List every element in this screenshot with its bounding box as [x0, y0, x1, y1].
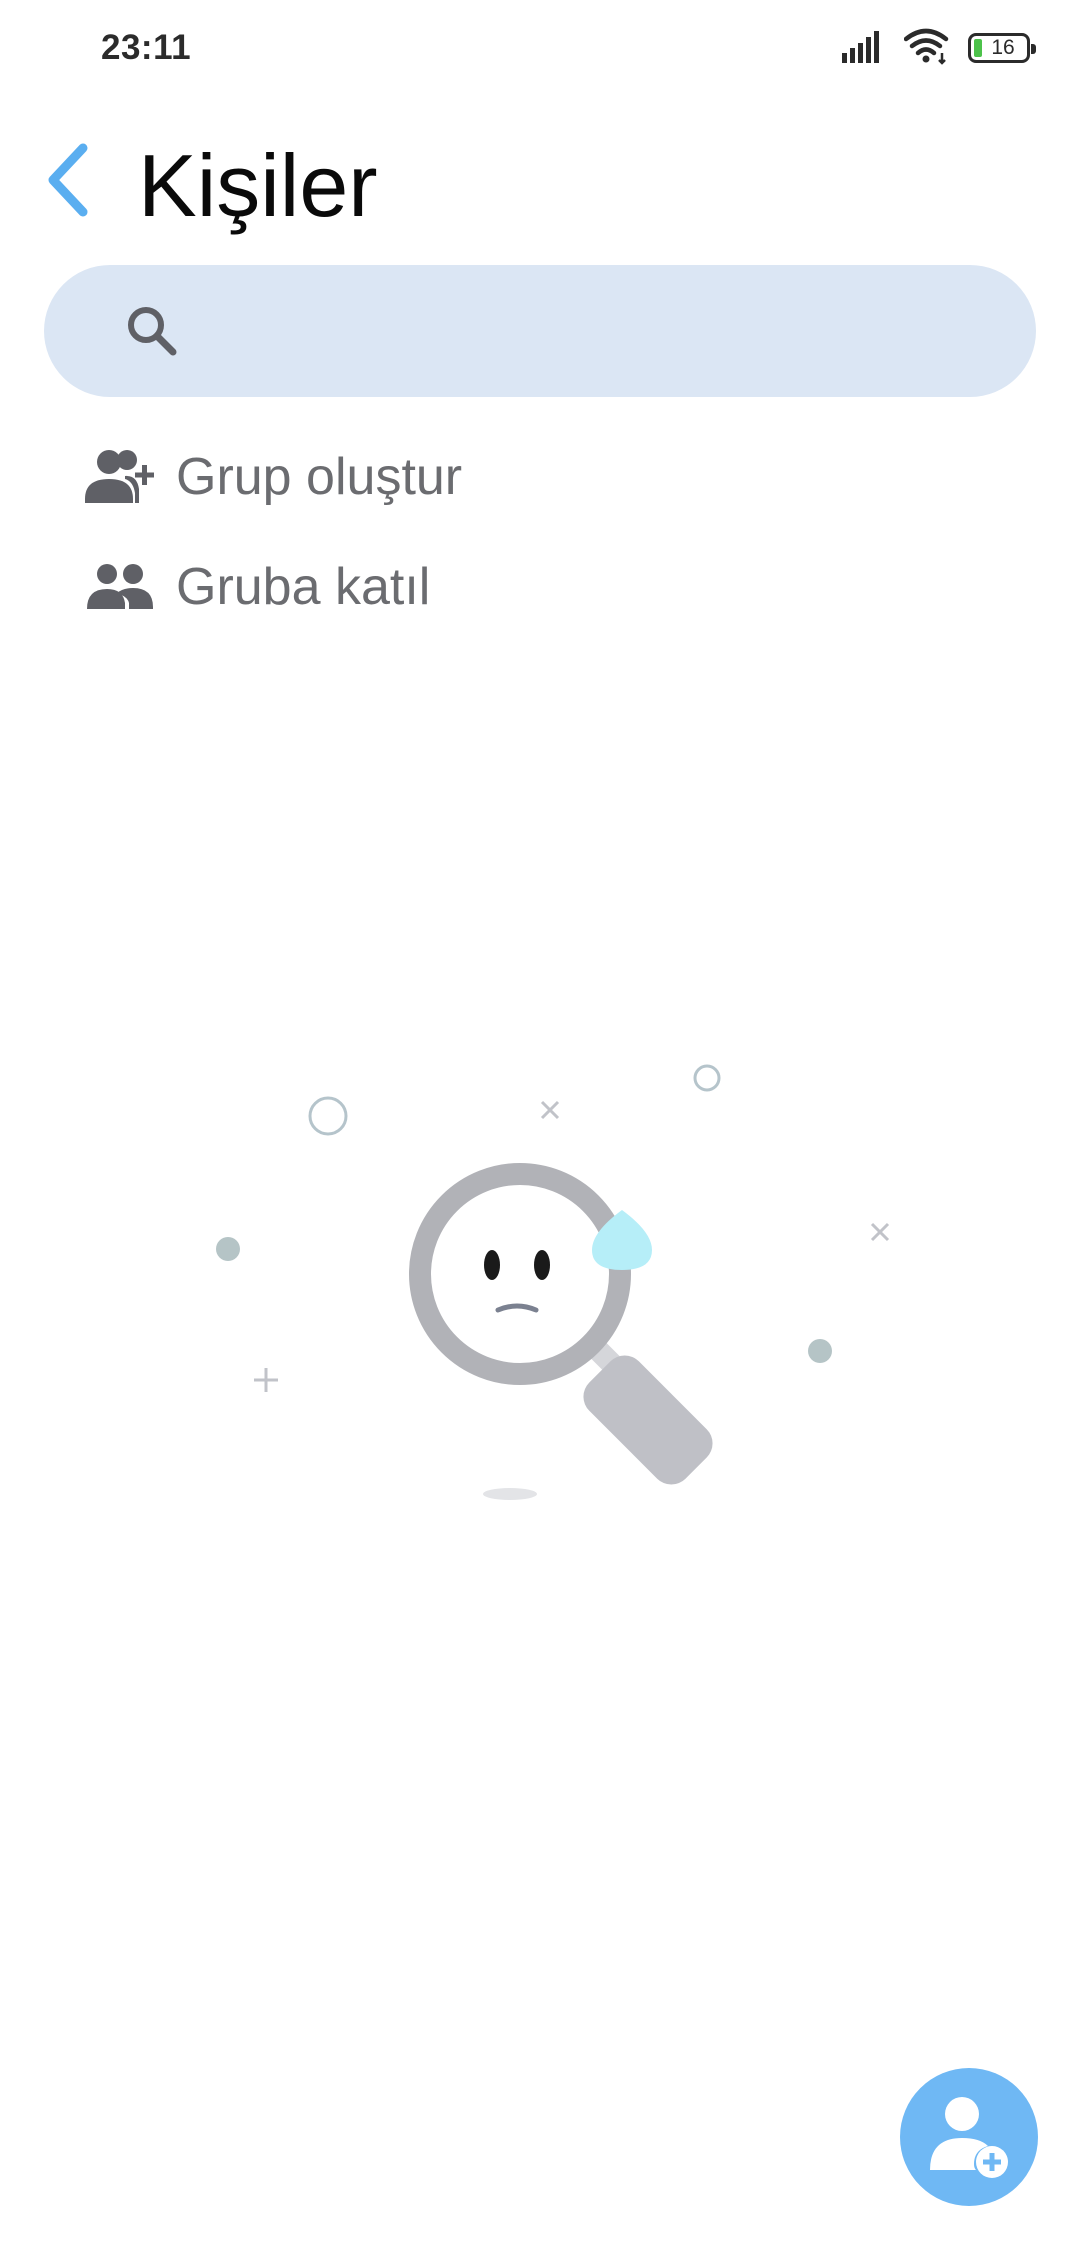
search-input[interactable]	[200, 264, 976, 398]
empty-state-illustration	[200, 1040, 920, 1520]
search-box[interactable]	[44, 264, 1036, 398]
chevron-left-icon	[43, 142, 93, 223]
signal-icon	[842, 29, 886, 68]
status-time: 23:11	[101, 28, 192, 67]
back-button[interactable]	[36, 140, 100, 224]
create-group-button[interactable]: Grup oluştur	[84, 432, 462, 522]
create-group-label: Grup oluştur	[176, 448, 463, 506]
search-icon	[124, 303, 180, 359]
add-contact-icon	[924, 2090, 1014, 2185]
add-contact-button[interactable]	[900, 2068, 1038, 2206]
group-icon	[84, 551, 156, 623]
join-group-button[interactable]: Gruba katıl	[84, 542, 430, 632]
join-group-label: Gruba katıl	[176, 558, 431, 616]
battery-fill	[974, 39, 982, 57]
battery-level: 16	[991, 36, 1015, 59]
battery-icon: 16	[968, 33, 1036, 63]
page-title: Kişiler	[138, 136, 378, 235]
group-add-icon	[84, 441, 156, 513]
magnifier-sad-face-icon	[216, 1064, 890, 1500]
wifi-icon	[903, 27, 950, 70]
status-bar: 23:11 16	[0, 0, 1080, 96]
status-icons: 16	[842, 26, 1036, 70]
